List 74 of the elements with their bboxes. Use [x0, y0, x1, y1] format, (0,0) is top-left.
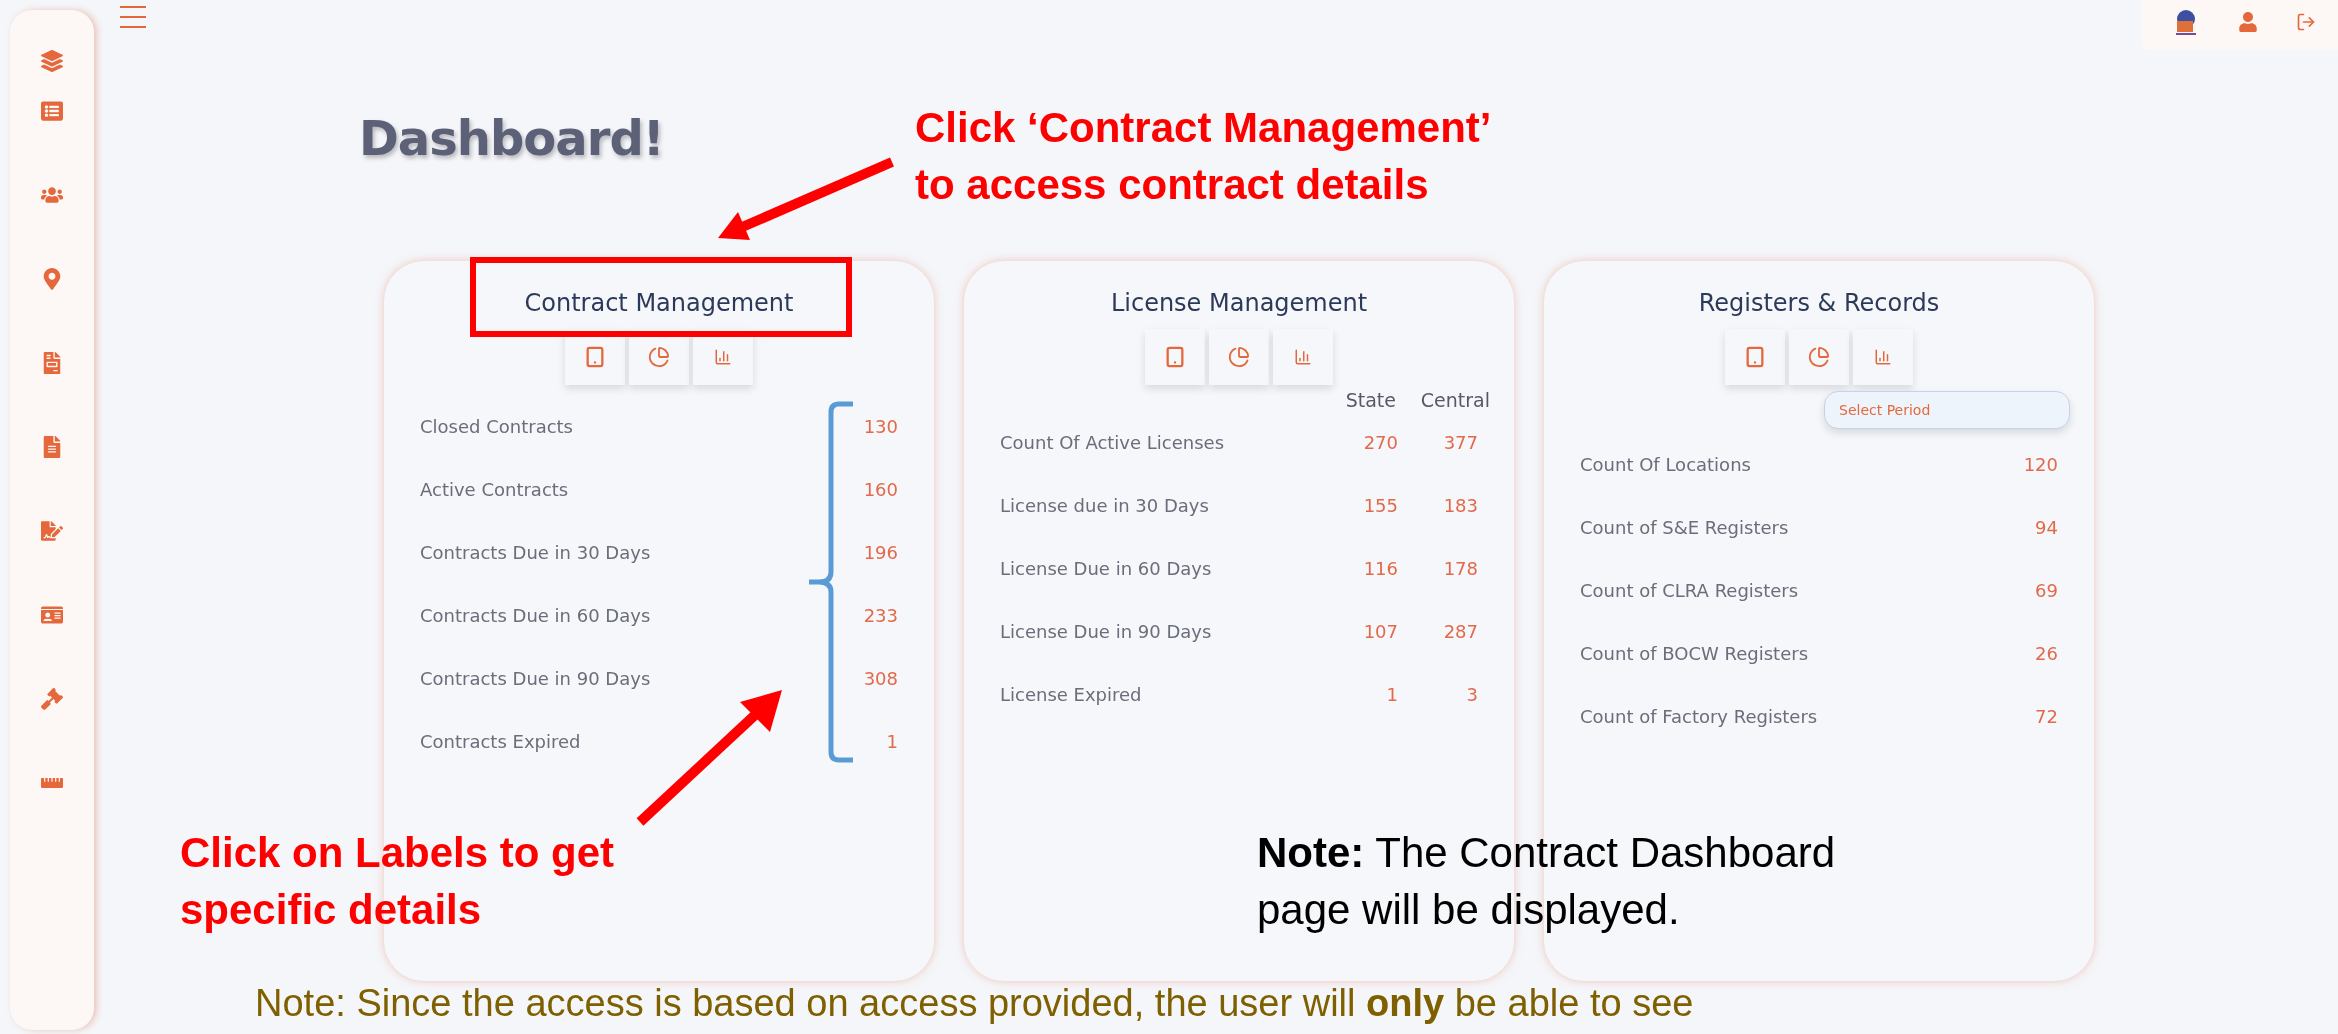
metric-link[interactable]: License Expired	[1000, 684, 1318, 705]
id-card-icon[interactable]	[41, 604, 63, 626]
callout-text: Click ‘Contract Management’ to access contract details	[915, 103, 1492, 210]
pie-chart-button[interactable]	[1789, 329, 1849, 385]
bar-chart-button[interactable]	[1273, 329, 1333, 385]
metric-value: 287	[1442, 621, 1478, 642]
metric-link[interactable]: Count of Factory Registers	[1580, 706, 1978, 727]
metric-link[interactable]: License due in 30 Days	[1000, 495, 1318, 516]
location-pin-icon[interactable]	[41, 268, 63, 290]
gavel-icon[interactable]	[41, 688, 63, 710]
metric-value: 116	[1362, 558, 1398, 579]
pie-chart-icon	[1228, 346, 1250, 368]
period-select[interactable]: Select Period	[1824, 391, 2070, 429]
bar-chart-button[interactable]	[1853, 329, 1913, 385]
page-title: Dashboard!	[359, 110, 664, 166]
metric-link[interactable]: Count Of Active Licenses	[1000, 432, 1318, 453]
bar-chart-icon	[1294, 348, 1312, 366]
metric-value: 377	[1442, 432, 1478, 453]
metric-value: 26	[2034, 643, 2058, 664]
metric-value: 308	[862, 668, 898, 689]
metric-value: 233	[862, 605, 898, 626]
pie-chart-button[interactable]	[1209, 329, 1269, 385]
pie-chart-icon	[648, 346, 670, 368]
metric-link[interactable]: Count Of Locations	[1580, 454, 1978, 475]
metric-link[interactable]: License Due in 60 Days	[1000, 558, 1318, 579]
metric-link[interactable]: Active Contracts	[420, 479, 818, 500]
note-text: Note: The Contract Dashboard page will be displayed.	[1257, 828, 1836, 935]
bar-chart-icon	[714, 348, 732, 366]
metric-value: 160	[862, 479, 898, 500]
metric-value: 270	[1362, 432, 1398, 453]
logout-icon[interactable]	[2296, 12, 2316, 32]
metric-link[interactable]: Count of BOCW Registers	[1580, 643, 1978, 664]
users-icon[interactable]	[41, 184, 63, 206]
tablet-icon	[1744, 346, 1766, 368]
card-title[interactable]: License Management	[1110, 283, 1368, 323]
metric-value: 1	[885, 731, 898, 752]
callout-text: Click on Labels to get specific details	[180, 828, 615, 935]
layers-icon[interactable]	[41, 50, 63, 72]
metric-value: 130	[862, 416, 898, 437]
card-view-button[interactable]	[1725, 329, 1785, 385]
metric-link[interactable]: Contracts Expired	[420, 731, 818, 752]
document-icon[interactable]	[41, 436, 63, 458]
metric-value: 155	[1362, 495, 1398, 516]
tablet-icon	[584, 346, 606, 368]
metric-link[interactable]: Closed Contracts	[420, 416, 818, 437]
metric-link[interactable]: Contracts Due in 90 Days	[420, 668, 818, 689]
metric-link[interactable]: Count of S&E Registers	[1580, 517, 1978, 538]
footnote: Note: Since the access is based on access provided, the user will only be able to see	[255, 982, 1694, 1026]
column-header: Central	[1419, 389, 1490, 411]
signature-icon[interactable]	[41, 520, 63, 542]
metric-link[interactable]: Contracts Due in 60 Days	[420, 605, 818, 626]
metric-value: 72	[2034, 706, 2058, 727]
metric-value: 69	[2034, 580, 2058, 601]
user-icon[interactable]	[2238, 12, 2258, 32]
document-icon[interactable]	[41, 352, 63, 374]
metric-link[interactable]: Count of CLRA Registers	[1580, 580, 1978, 601]
column-header: State	[1344, 389, 1396, 411]
metric-value: 94	[2034, 517, 2058, 538]
pie-chart-icon	[1808, 346, 1830, 368]
metric-value: 178	[1442, 558, 1478, 579]
tablet-icon	[1164, 346, 1186, 368]
metric-value: 183	[1442, 495, 1478, 516]
bar-chart-icon	[1874, 348, 1892, 366]
list-icon[interactable]	[41, 100, 63, 122]
metric-value: 1	[1385, 684, 1398, 705]
card-view-button[interactable]	[1145, 329, 1205, 385]
card-title[interactable]: Contract Management	[524, 283, 794, 323]
metric-value: 3	[1465, 684, 1478, 705]
metric-value: 107	[1362, 621, 1398, 642]
metric-value: 196	[862, 542, 898, 563]
metric-link[interactable]: Contracts Due in 30 Days	[420, 542, 818, 563]
metric-value: 120	[2022, 454, 2058, 475]
metric-link[interactable]: License Due in 90 Days	[1000, 621, 1318, 642]
card-title[interactable]: Registers & Records	[1698, 283, 1940, 323]
